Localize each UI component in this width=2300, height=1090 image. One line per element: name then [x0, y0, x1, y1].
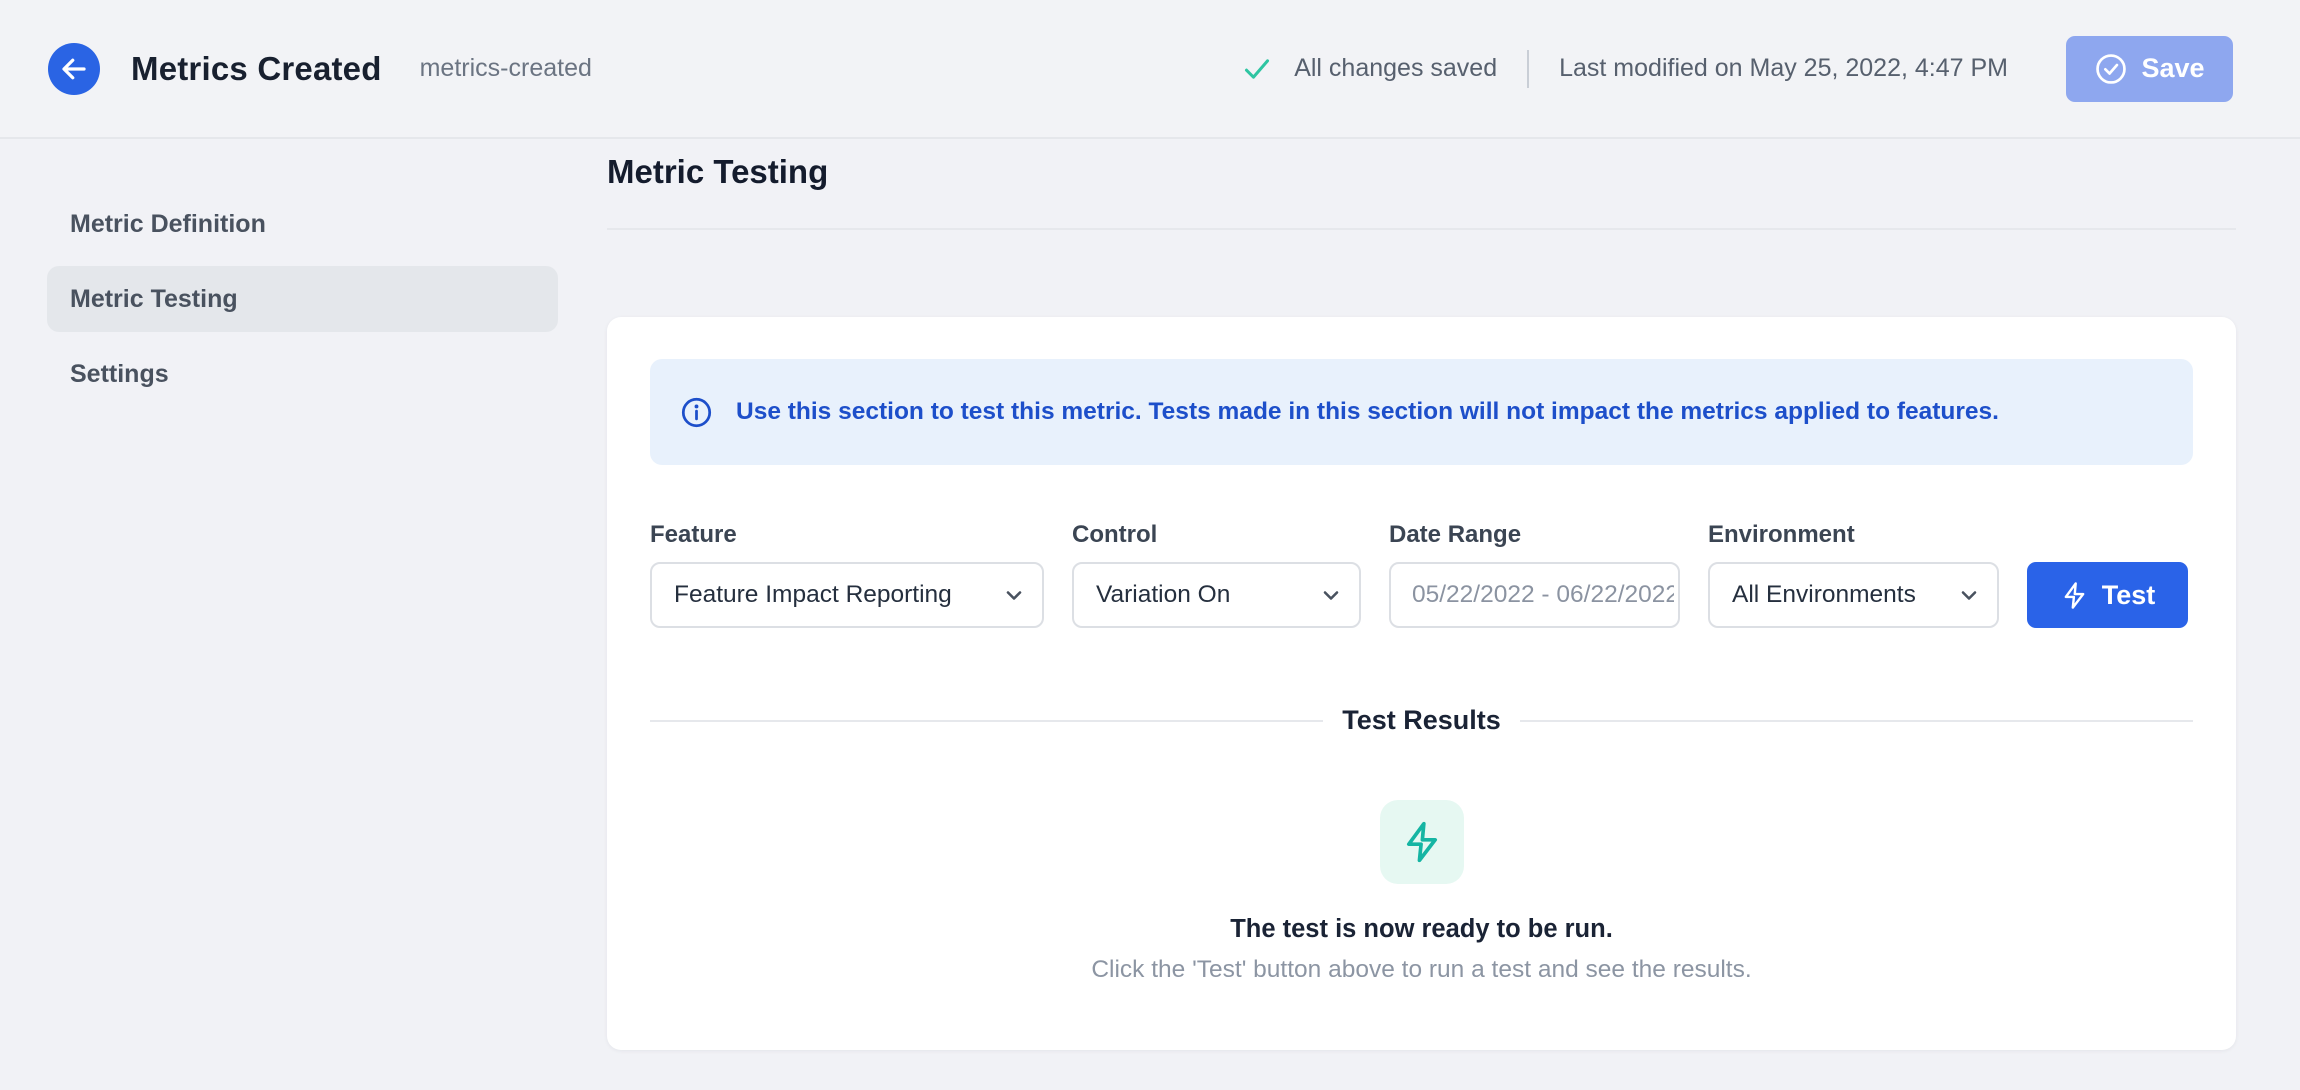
sidebar-item-metric-definition[interactable]: Metric Definition	[47, 191, 558, 257]
chevron-down-icon	[1319, 583, 1343, 607]
control-label: Control	[1072, 521, 1361, 549]
date-range-label: Date Range	[1389, 521, 1680, 549]
lightning-bolt-icon	[1400, 820, 1444, 864]
page-title: Metrics Created	[131, 50, 382, 88]
header-divider	[1527, 50, 1529, 88]
back-button[interactable]	[48, 43, 100, 95]
check-circle-icon	[2094, 52, 2128, 86]
test-config-form: Feature Feature Impact Reporting Control…	[650, 521, 2193, 628]
chevron-down-icon	[1002, 583, 1026, 607]
empty-state-title: The test is now ready to be run.	[1230, 915, 1613, 944]
test-button-label: Test	[2102, 580, 2156, 611]
environment-select[interactable]: All Environments	[1708, 562, 1999, 628]
sidebar-item-label: Metric Definition	[70, 210, 266, 239]
date-range-input[interactable]	[1389, 562, 1680, 628]
sidebar-item-label: Settings	[70, 360, 169, 389]
chevron-down-icon	[1957, 583, 1981, 607]
sidebar-item-metric-testing[interactable]: Metric Testing	[47, 266, 558, 332]
sidebar-item-settings[interactable]: Settings	[47, 341, 558, 407]
control-select[interactable]: Variation On	[1072, 562, 1361, 628]
save-status-text: All changes saved	[1294, 54, 1497, 83]
test-results-empty-state: The test is now ready to be run. Click t…	[650, 800, 2193, 984]
empty-state-subtitle: Click the 'Test' button above to run a t…	[1091, 956, 1751, 984]
environment-select-value: All Environments	[1732, 581, 1916, 609]
environment-label: Environment	[1708, 521, 1999, 549]
main-content: Metric Testing Use this section to test …	[607, 139, 2300, 1090]
section-heading: Metric Testing	[607, 153, 2236, 191]
top-header: Metrics Created metrics-created All chan…	[0, 0, 2300, 139]
control-select-value: Variation On	[1096, 581, 1230, 609]
settings-sidebar: Metric Definition Metric Testing Setting…	[0, 139, 607, 1090]
last-modified-text: Last modified on May 25, 2022, 4:47 PM	[1559, 54, 2008, 83]
heading-divider	[607, 228, 2236, 230]
check-icon	[1243, 57, 1271, 81]
info-banner: Use this section to test this metric. Te…	[650, 359, 2193, 465]
info-banner-text: Use this section to test this metric. Te…	[736, 398, 1999, 426]
feature-label: Feature	[650, 521, 1044, 549]
lightning-bolt-icon	[2060, 581, 2089, 610]
date-range-field: Date Range	[1389, 521, 1680, 628]
header-actions: All changes saved Last modified on May 2…	[1243, 36, 2233, 102]
control-field: Control Variation On	[1072, 521, 1361, 628]
feature-field: Feature Feature Impact Reporting	[650, 521, 1044, 628]
arrow-left-icon	[59, 54, 89, 84]
metric-key: metrics-created	[420, 54, 592, 83]
environment-field: Environment All Environments	[1708, 521, 1999, 628]
feature-select[interactable]: Feature Impact Reporting	[650, 562, 1044, 628]
save-button[interactable]: Save	[2066, 36, 2233, 102]
feature-select-value: Feature Impact Reporting	[674, 581, 952, 609]
info-circle-icon	[680, 396, 713, 429]
save-button-label: Save	[2141, 53, 2204, 84]
test-results-heading: Test Results	[1323, 705, 1520, 736]
bolt-tile	[1380, 800, 1464, 884]
sidebar-item-label: Metric Testing	[70, 285, 238, 314]
metric-testing-card: Use this section to test this metric. Te…	[607, 317, 2236, 1050]
test-results-divider: Test Results	[650, 705, 2193, 736]
test-button[interactable]: Test	[2027, 562, 2188, 628]
